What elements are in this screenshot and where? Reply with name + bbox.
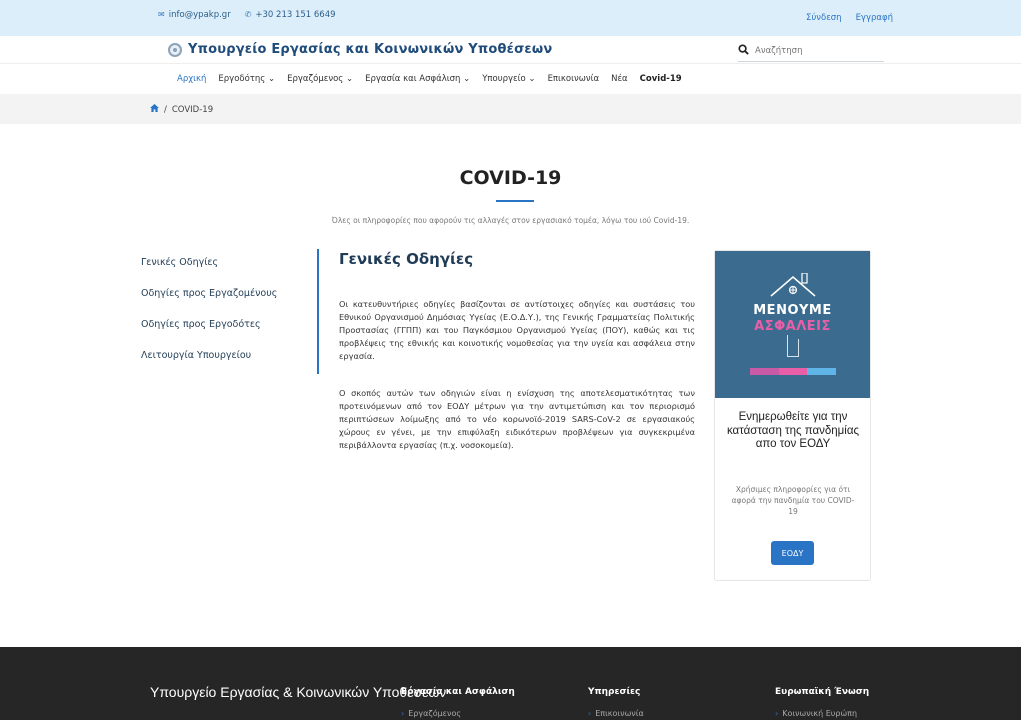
footer-link-label: Εργαζόμενος xyxy=(408,709,462,718)
side-navigation: Γενικές Οδηγίες Οδηγίες προς Εργαζομένου… xyxy=(141,249,319,381)
article-paragraph: Ο σκοπός αυτών των οδηγιών είναι η ενίσχ… xyxy=(339,388,695,450)
top-bar: ✉ info@ypakp.gr ✆ +30 213 151 6649 Σύνδεση… xyxy=(0,0,1021,36)
phone-link[interactable]: ✆ +30 213 151 6649 xyxy=(245,10,336,20)
strip-segment xyxy=(750,368,779,375)
article-heading: Γενικές Οδηγίες xyxy=(339,250,474,268)
side-nav-divider xyxy=(317,249,319,374)
side-item-employer-instructions[interactable]: Οδηγίες προς Εργοδότες xyxy=(141,319,316,350)
envelope-icon: ✉ xyxy=(158,10,165,19)
nav-item-covid[interactable]: Covid-19 xyxy=(640,74,682,84)
card-description: Χρήσιμες πληροφορίες για ότι αφορά την π… xyxy=(731,485,855,516)
door-icon xyxy=(786,335,799,357)
breadcrumb-current: COVID-19 xyxy=(171,104,214,115)
strip-segment xyxy=(807,368,837,375)
chevron-right-icon: › xyxy=(775,709,779,718)
footer-link-label: Επικοινωνία xyxy=(595,709,644,718)
nav-item-home[interactable]: Αρχική xyxy=(177,74,206,84)
eody-button[interactable]: ΕΟΔΥ xyxy=(771,541,814,565)
nav-item-employer[interactable]: Εργοδότης ⌄ xyxy=(218,74,275,84)
footer-column-title: Ευρωπαϊκή Ένωση xyxy=(775,687,870,697)
nav-item-contact[interactable]: Επικοινωνία xyxy=(548,74,600,84)
nav-item-employee[interactable]: Εργαζόμενος ⌄ xyxy=(287,74,353,84)
side-item-employee-instructions[interactable]: Οδηγίες προς Εργαζομένους xyxy=(141,288,316,319)
house-icon xyxy=(770,273,816,297)
footer-column-european-union: Ευρωπαϊκή Ένωση › Κοινωνική Ευρώπη xyxy=(775,687,869,718)
search-input[interactable] xyxy=(755,45,865,56)
side-item-general-instructions[interactable]: Γενικές Οδηγίες xyxy=(141,257,316,288)
footer-column-work-insurance: Εργασία και Ασφάλιση › Εργαζόμενος xyxy=(401,687,515,718)
footer-column-services: Υπηρεσίες › Επικοινωνία xyxy=(588,687,644,718)
footer: Υπουργείο Εργασίας & Κοινωνικών Υποθέσεω… xyxy=(0,647,1021,720)
breadcrumb-separator: / xyxy=(164,104,167,115)
breadcrumb: / COVID-19 xyxy=(0,94,1021,124)
site-logo-link[interactable]: Υπουργείο Εργασίας και Κοινωνικών Υποθέσ… xyxy=(168,42,552,57)
auth-links: Σύνδεση Εγγραφή xyxy=(806,13,893,23)
chevron-right-icon: › xyxy=(401,709,405,718)
brand-row: Υπουργείο Εργασίας και Κοινωνικών Υποθέσ… xyxy=(0,36,1021,64)
home-icon[interactable] xyxy=(150,104,159,115)
strip-segment xyxy=(778,368,808,375)
eody-info-card: ΜΕΝΟΥΜΕ ΑΣΦΑΛΕΙΣ Ενημερωθείτε για την κα… xyxy=(714,250,871,581)
search-box xyxy=(738,40,884,62)
footer-link-label: Κοινωνική Ευρώπη xyxy=(782,709,858,718)
nav-item-work-insurance[interactable]: Εργασία και Ασφάλιση ⌄ xyxy=(365,74,470,84)
main-navigation: Αρχική Εργοδότης ⌄ Εργαζόμενος ⌄ Εργασία… xyxy=(0,64,1021,94)
footer-link[interactable]: › Επικοινωνία xyxy=(588,709,644,718)
contact-info: ✉ info@ypakp.gr ✆ +30 213 151 6649 xyxy=(158,10,336,20)
search-icon[interactable] xyxy=(738,43,749,58)
nav-list: Αρχική Εργοδότης ⌄ Εργαζόμενος ⌄ Εργασία… xyxy=(177,74,682,84)
email-link[interactable]: ✉ info@ypakp.gr xyxy=(158,10,231,20)
phone-text: +30 213 151 6649 xyxy=(255,10,336,20)
side-item-ministry-operation[interactable]: Λειτουργία Υπουργείου xyxy=(141,350,316,381)
title-underline xyxy=(496,200,534,202)
card-title: Ενημερωθείτε για την κατάσταση της πανδη… xyxy=(726,411,860,450)
stay-safe-banner: ΜΕΝΟΥΜΕ ΑΣΦΑΛΕΙΣ xyxy=(715,251,870,398)
footer-column-title: Υπηρεσίες xyxy=(588,687,641,697)
nav-item-news[interactable]: Νέα xyxy=(611,74,628,84)
article-paragraph: Οι κατευθυντήριες οδηγίες βασίζονται σε … xyxy=(339,299,695,361)
breadcrumb-inner: / COVID-19 xyxy=(150,104,213,115)
register-link[interactable]: Εγγραφή xyxy=(856,13,893,23)
banner-line-1: ΜΕΝΟΥΜΕ xyxy=(753,303,832,318)
nav-item-ministry[interactable]: Υπουργείο ⌄ xyxy=(482,74,535,84)
footer-link[interactable]: › Κοινωνική Ευρώπη xyxy=(775,709,869,718)
footer-column-title: Εργασία και Ασφάλιση xyxy=(401,687,515,697)
banner-line-2: ΑΣΦΑΛΕΙΣ xyxy=(754,319,831,334)
page-title: COVID-19 xyxy=(459,167,562,189)
site-name: Υπουργείο Εργασίας και Κοινωνικών Υποθέσ… xyxy=(188,42,553,57)
ministry-seal-icon xyxy=(168,42,182,57)
email-text: info@ypakp.gr xyxy=(168,10,231,20)
footer-link[interactable]: › Εργαζόμενος xyxy=(401,709,515,718)
banner-color-strip xyxy=(750,368,837,375)
article: Γενικές Οδηγίες Οι κατευθυντήριες οδηγίε… xyxy=(339,250,695,476)
chevron-right-icon: › xyxy=(588,709,592,718)
login-link[interactable]: Σύνδεση xyxy=(806,13,842,23)
page-subtitle: Όλες οι πληροφορίες που αφορούν τις αλλα… xyxy=(331,216,690,225)
phone-icon: ✆ xyxy=(244,10,252,19)
